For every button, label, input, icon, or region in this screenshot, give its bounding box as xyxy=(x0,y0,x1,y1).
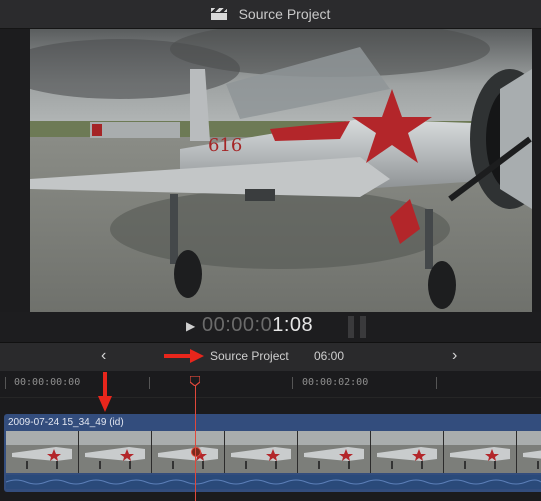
clip-thumbnail xyxy=(152,431,225,473)
play-icon[interactable]: ▶ xyxy=(186,319,198,333)
clip-filmstrip[interactable] xyxy=(6,431,541,473)
ruler-tick xyxy=(149,377,150,389)
clip-name: 2009-07-24 15_34_49 (id) xyxy=(8,417,124,428)
project-name: Source Project xyxy=(210,349,289,363)
timecode-display[interactable]: ▶ 00:00:0 1:08 xyxy=(186,314,313,337)
ruler-label-2s: 00:00:02:00 xyxy=(302,377,369,388)
title-bar: Source Project xyxy=(0,0,541,29)
chevron-left-icon[interactable]: ‹ xyxy=(101,347,106,365)
clip-thumbnail xyxy=(225,431,298,473)
playhead-marker xyxy=(191,447,201,457)
clip-audio-waveform xyxy=(5,475,541,489)
clip-thumbnail xyxy=(79,431,152,473)
ruler-tick xyxy=(5,377,6,389)
chevron-right-icon[interactable]: › xyxy=(452,347,457,365)
svg-text:616: 616 xyxy=(208,135,242,156)
playhead-line[interactable] xyxy=(195,386,196,501)
video-frame[interactable]: 616 xyxy=(30,29,532,312)
clip-thumbnail xyxy=(517,431,541,473)
timecode-leading: 00:00:0 xyxy=(202,314,273,336)
ruler-label-start: 00:00:00:00 xyxy=(14,377,81,388)
timecode-current: 1:08 xyxy=(272,314,314,336)
clip-thumbnail xyxy=(444,431,517,473)
window-title: Source Project xyxy=(238,6,331,22)
timeline-nav-bar: ‹ Source Project 06:00 › xyxy=(0,342,541,371)
audio-meter-left xyxy=(348,316,354,338)
annotation-arrow-right xyxy=(164,349,204,363)
annotation-arrow-down xyxy=(98,372,112,412)
viewer[interactable]: 616 xyxy=(0,29,541,312)
clapperboard-icon xyxy=(210,8,227,20)
clip-thumbnail xyxy=(6,431,79,473)
ruler-tick xyxy=(292,377,293,389)
clip-thumbnail xyxy=(371,431,444,473)
audio-meter-right xyxy=(360,316,366,338)
clip-thumbnail xyxy=(298,431,371,473)
timeline-ruler[interactable]: 00:00:00:00 00:00:02:00 xyxy=(0,371,541,398)
airplane-image: 616 xyxy=(30,29,532,312)
ruler-tick xyxy=(436,377,437,389)
playhead-handle[interactable] xyxy=(190,376,200,386)
project-duration: 06:00 xyxy=(314,349,345,363)
